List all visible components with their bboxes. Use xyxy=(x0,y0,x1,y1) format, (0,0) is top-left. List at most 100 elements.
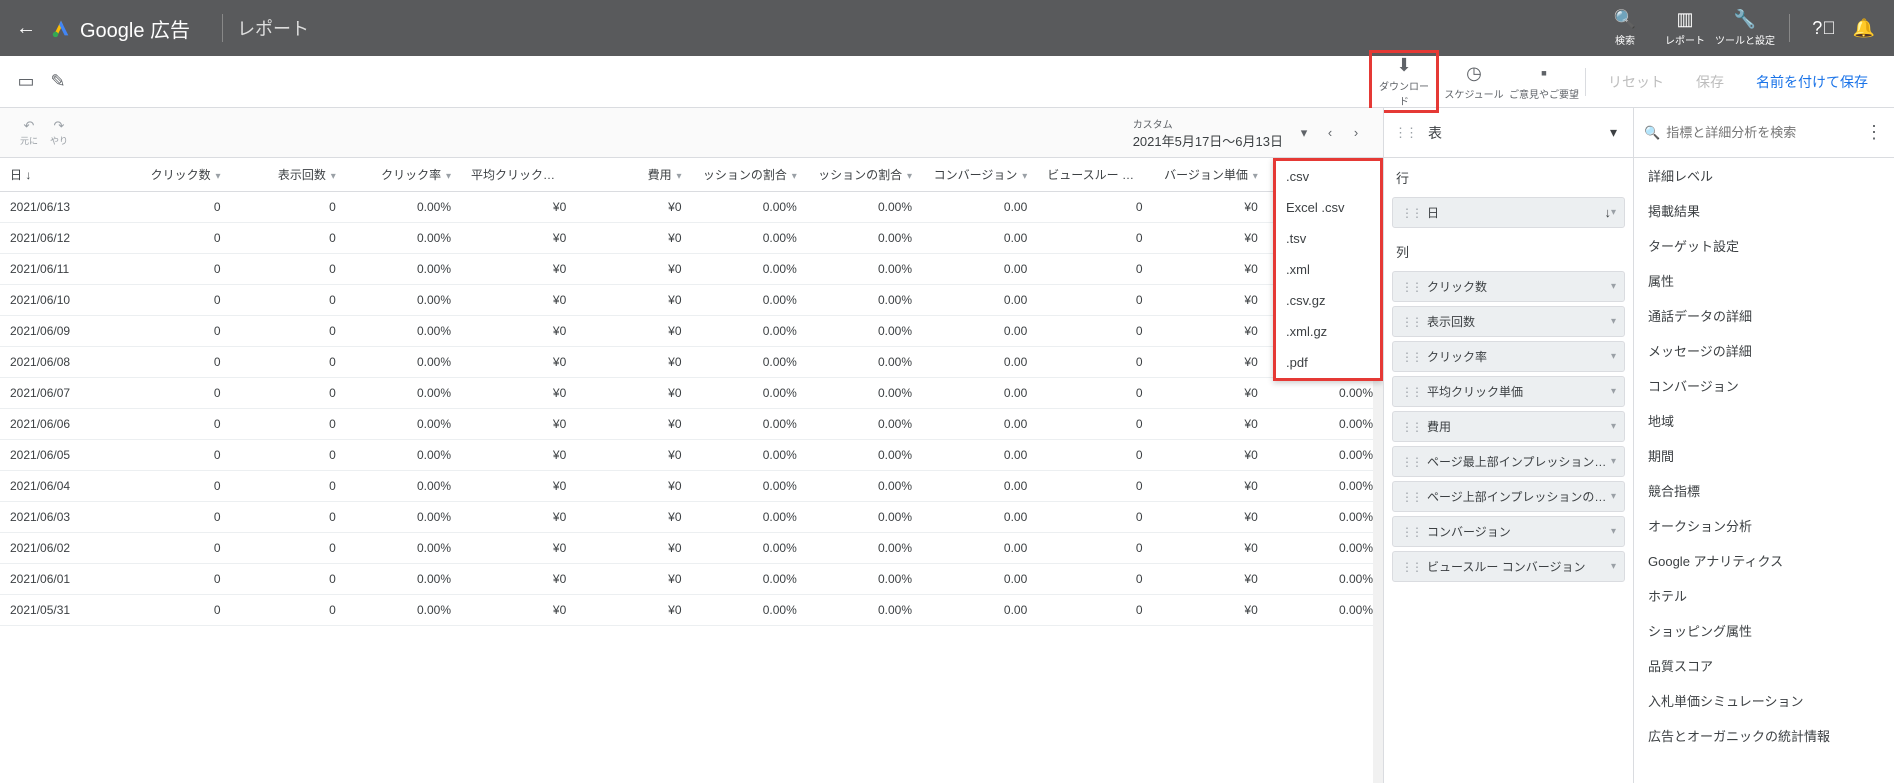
table-cell: 0.00% xyxy=(1268,440,1383,471)
download-option[interactable]: .csv xyxy=(1276,161,1380,192)
schedule-action[interactable]: ◷スケジュール xyxy=(1439,63,1509,101)
table-cell: 0.00% xyxy=(807,285,922,316)
column-chip[interactable]: ⋮⋮平均クリック単価▾ xyxy=(1392,376,1625,407)
drag-handle-icon: ⋮⋮ xyxy=(1401,455,1421,469)
col-header[interactable]: 費用 ▾ xyxy=(576,158,691,192)
download-option[interactable]: Excel .csv xyxy=(1276,192,1380,223)
column-chip[interactable]: ⋮⋮表示回数▾ xyxy=(1392,306,1625,337)
col-header[interactable]: クリック率 ▾ xyxy=(346,158,461,192)
category-item[interactable]: 通話データの詳細 xyxy=(1634,298,1894,333)
table-row[interactable]: 2021/06/10000.00%¥0¥00.00%0.00%0.000¥00.… xyxy=(0,285,1383,316)
table-cell: 2021/06/09 xyxy=(0,316,115,347)
col-header[interactable]: ッションの割合 ▾ xyxy=(692,158,807,192)
download-option[interactable]: .xml xyxy=(1276,254,1380,285)
table-cell: 0 xyxy=(231,378,346,409)
tool-search[interactable]: 🔍検索 xyxy=(1595,9,1655,47)
col-header[interactable]: 日 ↓ xyxy=(0,158,115,192)
table-row[interactable]: 2021/06/06000.00%¥0¥00.00%0.00%0.000¥00.… xyxy=(0,409,1383,440)
more-vert-icon: ⋮ xyxy=(1865,122,1883,142)
column-chip[interactable]: ⋮⋮費用▾ xyxy=(1392,411,1625,442)
table-cell: 2021/06/04 xyxy=(0,471,115,502)
table-row[interactable]: 2021/06/07000.00%¥0¥00.00%0.00%0.000¥00.… xyxy=(0,378,1383,409)
table-cell: 0.00% xyxy=(692,440,807,471)
column-chip[interactable]: ⋮⋮コンバージョン▾ xyxy=(1392,516,1625,547)
category-item[interactable]: 広告とオーガニックの統計情報 xyxy=(1634,718,1894,753)
col-header[interactable]: コンバージョン ▾ xyxy=(922,158,1037,192)
more-menu[interactable]: ⋮ xyxy=(1864,122,1884,143)
category-item[interactable]: 掲載結果 xyxy=(1634,193,1894,228)
date-prev[interactable]: ‹ xyxy=(1317,125,1343,140)
table-row[interactable]: 2021/06/08000.00%¥0¥00.00%0.00%0.000¥00.… xyxy=(0,347,1383,378)
redo-button[interactable]: ↷やり xyxy=(44,118,74,147)
date-range-picker[interactable]: カスタム 2021年5月17日～6月13日 xyxy=(1133,116,1283,150)
download-option[interactable]: .pdf xyxy=(1276,347,1380,378)
category-item[interactable]: 期間 xyxy=(1634,438,1894,473)
category-item[interactable]: 品質スコア xyxy=(1634,648,1894,683)
category-item[interactable]: 入札単価シミュレーション xyxy=(1634,683,1894,718)
col-header[interactable]: ビュースルー コンバージョン ▾ xyxy=(1037,158,1152,192)
table-row[interactable]: 2021/06/02000.00%¥0¥00.00%0.00%0.000¥00.… xyxy=(0,533,1383,564)
table-row[interactable]: 2021/05/31000.00%¥0¥00.00%0.00%0.000¥00.… xyxy=(0,595,1383,626)
category-item[interactable]: ショッピング属性 xyxy=(1634,613,1894,648)
table-row[interactable]: 2021/06/04000.00%¥0¥00.00%0.00%0.000¥00.… xyxy=(0,471,1383,502)
table-row[interactable]: 2021/06/03000.00%¥0¥00.00%0.00%0.000¥00.… xyxy=(0,502,1383,533)
col-header[interactable]: 平均クリック単価 ▾ xyxy=(461,158,576,192)
table-row[interactable]: 2021/06/09000.00%¥0¥00.00%0.00%0.000¥00.… xyxy=(0,316,1383,347)
row-chip-day[interactable]: ⋮⋮日↓ ▾ xyxy=(1392,197,1625,228)
metric-search-input[interactable] xyxy=(1660,119,1864,146)
table-cell: ¥0 xyxy=(1153,223,1268,254)
table-cell: 0.00% xyxy=(346,564,461,595)
download-option[interactable]: .csv.gz xyxy=(1276,285,1380,316)
table-row[interactable]: 2021/06/01000.00%¥0¥00.00%0.00%0.000¥00.… xyxy=(0,564,1383,595)
category-item[interactable]: Google アナリティクス xyxy=(1634,543,1894,578)
table-cell: 0.00% xyxy=(692,378,807,409)
tool-reports[interactable]: ▥レポート xyxy=(1655,9,1715,47)
column-chip[interactable]: ⋮⋮クリック数▾ xyxy=(1392,271,1625,302)
category-item[interactable]: メッセージの詳細 xyxy=(1634,333,1894,368)
table-row[interactable]: 2021/06/11000.00%¥0¥00.00%0.00%0.000¥0 xyxy=(0,254,1383,285)
date-dropdown[interactable]: ▾ xyxy=(1291,125,1317,141)
category-item[interactable]: 詳細レベル xyxy=(1634,158,1894,193)
category-item[interactable]: オークション分析 xyxy=(1634,508,1894,543)
feedback-action[interactable]: ▪ご意見やご要望 xyxy=(1509,63,1579,101)
table-cell: 0 xyxy=(231,533,346,564)
table-cell: 0.00% xyxy=(346,595,461,626)
undo-button[interactable]: ↶元に xyxy=(14,118,44,147)
calendar-button[interactable]: ▭ xyxy=(10,66,42,98)
search-icon: 🔍 xyxy=(1595,9,1655,30)
table-row[interactable]: 2021/06/05000.00%¥0¥00.00%0.00%0.000¥00.… xyxy=(0,440,1383,471)
download-action[interactable]: ⬇ダウンロード xyxy=(1369,50,1439,113)
back-button[interactable]: ← xyxy=(10,17,42,40)
column-chip[interactable]: ⋮⋮クリック率▾ xyxy=(1392,341,1625,372)
chevron-down-icon: ▾ xyxy=(904,171,912,182)
save-button[interactable]: 保存 xyxy=(1680,72,1740,92)
table-row[interactable]: 2021/06/12000.00%¥0¥00.00%0.00%0.000¥0 xyxy=(0,223,1383,254)
help-button[interactable]: ?⃝ xyxy=(1804,18,1844,39)
category-item[interactable]: 地域 xyxy=(1634,403,1894,438)
view-type-select[interactable]: 表▾ xyxy=(1422,119,1623,147)
column-chip[interactable]: ⋮⋮ページ上部インプレッションの割合▾ xyxy=(1392,481,1625,512)
col-header[interactable]: バージョン単価 ▾ xyxy=(1153,158,1268,192)
column-chip[interactable]: ⋮⋮ビュースルー コンバージョン▾ xyxy=(1392,551,1625,582)
category-item[interactable]: ホテル xyxy=(1634,578,1894,613)
download-option[interactable]: .tsv xyxy=(1276,223,1380,254)
category-item[interactable]: ターゲット設定 xyxy=(1634,228,1894,263)
reset-button[interactable]: リセット xyxy=(1592,72,1680,92)
drag-handle-icon[interactable]: ⋮⋮ xyxy=(1394,125,1416,141)
col-header[interactable]: ッションの割合 ▾ xyxy=(807,158,922,192)
category-item[interactable]: 属性 xyxy=(1634,263,1894,298)
table-cell: 0.00% xyxy=(346,285,461,316)
date-next[interactable]: › xyxy=(1343,125,1369,140)
category-item[interactable]: 競合指標 xyxy=(1634,473,1894,508)
tool-settings[interactable]: 🔧ツールと設定 xyxy=(1715,9,1775,47)
category-item[interactable]: コンバージョン xyxy=(1634,368,1894,403)
edit-button[interactable]: ✎ xyxy=(42,66,74,98)
col-header[interactable]: 表示回数 ▾ xyxy=(231,158,346,192)
download-option[interactable]: .xml.gz xyxy=(1276,316,1380,347)
column-chip[interactable]: ⋮⋮ページ最上部インプレッションの...▾ xyxy=(1392,446,1625,477)
table-row[interactable]: 2021/06/13000.00%¥0¥00.00%0.00%0.000¥0 xyxy=(0,192,1383,223)
save-as-button[interactable]: 名前を付けて保存 xyxy=(1740,72,1884,92)
col-header[interactable]: クリック数 ▾ xyxy=(115,158,230,192)
chevron-down-icon: ▾ xyxy=(1611,386,1616,397)
notifications-button[interactable]: 🔔 xyxy=(1844,18,1884,39)
